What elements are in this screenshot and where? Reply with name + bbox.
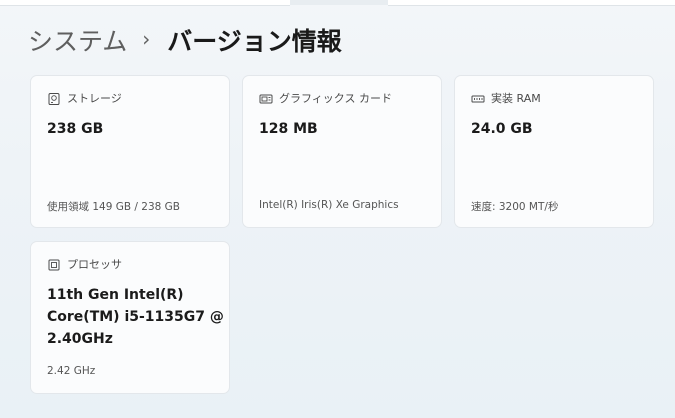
ram-label: 実装 RAM bbox=[491, 92, 541, 105]
processor-icon bbox=[47, 257, 61, 271]
graphics-card-icon bbox=[259, 91, 273, 105]
top-strip-right bbox=[388, 0, 675, 6]
graphics-card-header: グラフィックス カード bbox=[259, 90, 392, 106]
storage-card[interactable]: ストレージ 238 GB 使用領域 149 GB / 238 GB bbox=[30, 75, 230, 228]
processor-detail: 2.42 GHz bbox=[47, 365, 96, 377]
storage-detail: 使用領域 149 GB / 238 GB bbox=[47, 201, 180, 213]
top-strip bbox=[0, 0, 675, 6]
ram-card[interactable]: 実装 RAM 24.0 GB 速度: 3200 MT/秒 bbox=[454, 75, 654, 228]
breadcrumb: システム › バージョン情報 bbox=[28, 20, 342, 60]
graphics-detail: Intel(R) Iris(R) Xe Graphics bbox=[259, 199, 399, 211]
breadcrumb-parent-link[interactable]: システム bbox=[28, 22, 127, 58]
breadcrumb-separator: › bbox=[142, 27, 151, 51]
graphics-label: グラフィックス カード bbox=[279, 92, 392, 105]
processor-value-line: 11th Gen Intel(R) bbox=[47, 287, 184, 303]
processor-value-line: Core(TM) i5-1135G7 @ bbox=[47, 309, 224, 325]
page-title: バージョン情報 bbox=[167, 27, 342, 56]
memory-icon bbox=[471, 91, 485, 105]
ram-detail: 速度: 3200 MT/秒 bbox=[471, 201, 559, 213]
storage-icon bbox=[47, 91, 61, 105]
ram-card-header: 実装 RAM bbox=[471, 90, 541, 106]
storage-label: ストレージ bbox=[67, 92, 122, 105]
processor-value-line: 2.40GHz bbox=[47, 331, 113, 347]
storage-value: 238 GB bbox=[47, 121, 104, 137]
processor-label: プロセッサ bbox=[67, 258, 122, 271]
processor-value: 11th Gen Intel(R) Core(TM) i5-1135G7 @ 2… bbox=[47, 284, 224, 350]
storage-card-header: ストレージ bbox=[47, 90, 122, 106]
top-strip-left bbox=[0, 0, 290, 6]
processor-card[interactable]: プロセッサ 11th Gen Intel(R) Core(TM) i5-1135… bbox=[30, 241, 230, 394]
processor-card-header: プロセッサ bbox=[47, 256, 122, 272]
graphics-card[interactable]: グラフィックス カード 128 MB Intel(R) Iris(R) Xe G… bbox=[242, 75, 442, 228]
ram-value: 24.0 GB bbox=[471, 121, 533, 137]
graphics-value: 128 MB bbox=[259, 121, 318, 137]
